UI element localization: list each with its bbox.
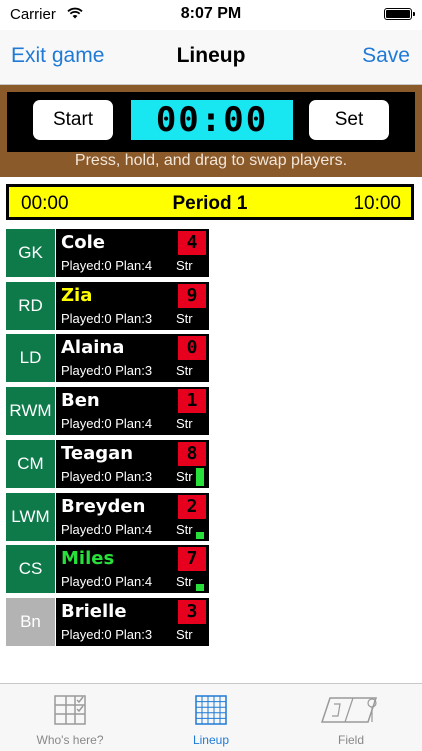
position-label: LD [6, 334, 55, 383]
jersey-number-badge: 1 [178, 389, 206, 414]
strength-label: Str [176, 574, 193, 590]
player-playtime: Played:0 Plan:3 [61, 468, 153, 484]
tab-label: Field [337, 733, 364, 747]
field-icon [316, 694, 386, 731]
player-card[interactable]: Ben Played:0 Plan:4 Str 1 [56, 387, 209, 436]
player-card[interactable]: Brielle Played:0 Plan:3 Str 3 [56, 597, 209, 646]
player-row[interactable]: CS Miles Played:0 Plan:4 Str 7 [6, 545, 209, 594]
period-bar: 00:00 Period 1 10:00 [6, 184, 414, 220]
tab-label: Lineup [192, 733, 230, 747]
player-row[interactable]: RWM Ben Played:0 Plan:4 Str 1 [6, 387, 209, 436]
tab-field[interactable]: Field [281, 684, 421, 751]
player-row[interactable]: CM Teagan Played:0 Plan:3 Str 8 [6, 439, 209, 488]
player-card[interactable]: Zia Played:0 Plan:3 Str 9 [56, 281, 209, 330]
jersey-number-badge: 8 [178, 441, 206, 466]
player-name: Miles [61, 548, 115, 570]
save-button[interactable]: Save [362, 44, 410, 68]
player-card[interactable]: Teagan Played:0 Plan:3 Str 8 [56, 439, 209, 488]
status-bar: Carrier 8:07 PM [0, 0, 422, 30]
checklist-icon [53, 694, 87, 731]
status-time: 8:07 PM [180, 5, 242, 22]
game-clock: 00:00 [131, 100, 293, 140]
nav-bar: Exit game Lineup Save [0, 30, 422, 85]
jersey-number-badge: 4 [178, 231, 206, 255]
player-card[interactable]: Breyden Played:0 Plan:4 Str 2 [56, 492, 209, 541]
player-playtime: Played:0 Plan:4 [61, 521, 153, 537]
strength-label: Str [176, 521, 193, 537]
position-label: Bn [6, 597, 55, 646]
position-label: GK [6, 229, 55, 277]
strength-bar [196, 531, 204, 539]
strength-bar [196, 467, 204, 486]
jersey-number-badge: 2 [178, 494, 206, 519]
strength-label: Str [176, 416, 193, 432]
position-label: RD [6, 281, 55, 330]
player-row[interactable]: Bn Brielle Played:0 Plan:3 Str 3 [6, 597, 209, 646]
player-name: Ben [61, 390, 100, 412]
tab-bar: Who's here? Lineup Field [0, 683, 422, 751]
player-row[interactable]: LWM Breyden Played:0 Plan:4 Str 2 [6, 492, 209, 541]
jersey-number-badge: 3 [178, 599, 206, 624]
player-name: Zia [61, 284, 93, 306]
position-label: RWM [6, 387, 55, 436]
player-name: Brielle [61, 600, 127, 622]
tab-label: Who's here? [36, 733, 104, 747]
start-button[interactable]: Start [33, 100, 113, 140]
strength-bar [196, 584, 204, 592]
battery-icon [384, 8, 415, 20]
player-row[interactable]: RD Zia Played:0 Plan:3 Str 9 [6, 281, 209, 330]
strength-label: Str [176, 258, 193, 273]
player-name: Teagan [61, 442, 134, 464]
player-row[interactable]: GK Cole Played:0 Plan:4 Str 4 [6, 229, 209, 277]
period-end-time: 10:00 [353, 193, 401, 214]
grid-icon [194, 694, 228, 731]
player-playtime: Played:0 Plan:3 [61, 310, 153, 326]
strength-label: Str [176, 363, 193, 379]
period-label: Period 1 [172, 193, 248, 214]
jersey-number-badge: 7 [178, 547, 206, 572]
player-name: Breyden [61, 495, 146, 517]
strength-label: Str [176, 310, 193, 326]
player-row[interactable]: LD Alaina Played:0 Plan:3 Str 0 [6, 334, 209, 383]
player-playtime: Played:0 Plan:3 [61, 626, 153, 642]
timer-panel: Start 00:00 Set Press, hold, and drag to… [0, 85, 422, 177]
set-button[interactable]: Set [309, 100, 389, 140]
jersey-number-badge: 0 [178, 336, 206, 361]
position-label: CM [6, 439, 55, 488]
player-name: Alaina [61, 337, 125, 359]
strength-label: Str [176, 626, 193, 642]
player-card[interactable]: Alaina Played:0 Plan:3 Str 0 [56, 334, 209, 383]
player-playtime: Played:0 Plan:4 [61, 258, 153, 273]
swap-hint: Press, hold, and drag to swap players. [74, 152, 348, 169]
tab-whos-here[interactable]: Who's here? [0, 684, 140, 751]
timer-bar: Start 00:00 Set [7, 92, 415, 152]
player-playtime: Played:0 Plan:4 [61, 574, 153, 590]
player-card[interactable]: Miles Played:0 Plan:4 Str 7 [56, 545, 209, 594]
jersey-number-badge: 9 [178, 283, 206, 308]
player-playtime: Played:0 Plan:4 [61, 416, 153, 432]
player-name: Cole [61, 232, 105, 253]
player-playtime: Played:0 Plan:3 [61, 363, 153, 379]
player-card[interactable]: Cole Played:0 Plan:4 Str 4 [56, 229, 209, 277]
exit-game-button[interactable]: Exit game [11, 44, 104, 68]
position-label: CS [6, 545, 55, 594]
strength-label: Str [176, 468, 193, 484]
position-label: LWM [6, 492, 55, 541]
tab-lineup[interactable]: Lineup [141, 684, 281, 751]
